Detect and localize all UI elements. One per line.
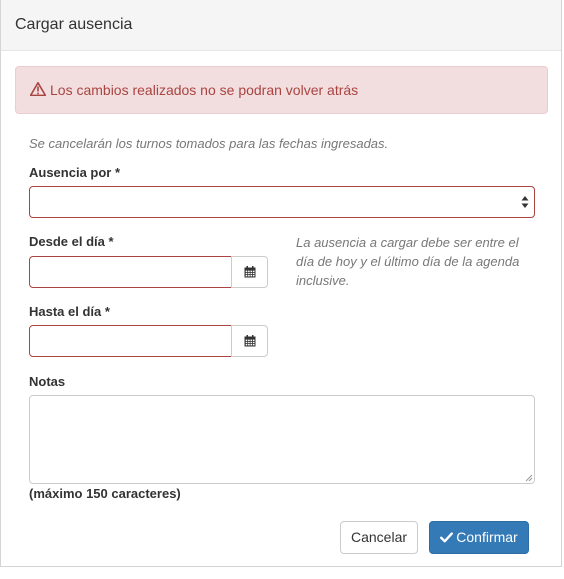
select-arrows-icon — [521, 196, 529, 208]
calendar-icon — [244, 335, 255, 347]
max-chars-hint: (máximo 150 caracteres) — [29, 486, 181, 501]
desde-label: Desde el día * — [29, 234, 114, 249]
ausencia-select[interactable] — [29, 186, 535, 218]
cancellation-note: Se cancelarán los turnos tomados para la… — [29, 136, 389, 151]
cancel-button[interactable]: Cancelar — [340, 521, 418, 554]
notas-textarea[interactable] — [29, 395, 535, 484]
date-range-help: La ausencia a cargar debe ser entre el d… — [296, 235, 520, 288]
confirm-button[interactable]: Confirmar — [429, 521, 529, 554]
confirm-label: Confirmar — [456, 529, 518, 545]
warning-icon — [30, 82, 46, 96]
check-icon — [440, 532, 454, 543]
absence-modal: Cargar ausencia Los cambios realizados n… — [0, 0, 562, 567]
alert-text: Los cambios realizados no se podran volv… — [50, 82, 359, 98]
warning-alert: Los cambios realizados no se podran volv… — [15, 66, 548, 114]
hasta-calendar-button[interactable] — [231, 325, 268, 357]
modal-title: Cargar ausencia — [15, 16, 133, 33]
ausencia-label: Ausencia por * — [29, 165, 121, 180]
calendar-icon — [244, 266, 255, 278]
desde-date-input[interactable] — [29, 256, 232, 288]
hasta-label: Hasta el día * — [29, 304, 110, 319]
resize-grip-icon[interactable] — [525, 474, 533, 482]
notas-label: Notas — [29, 374, 66, 389]
hasta-date-input[interactable] — [29, 325, 232, 357]
desde-calendar-button[interactable] — [231, 256, 268, 288]
modal-header: Cargar ausencia — [1, 0, 561, 51]
